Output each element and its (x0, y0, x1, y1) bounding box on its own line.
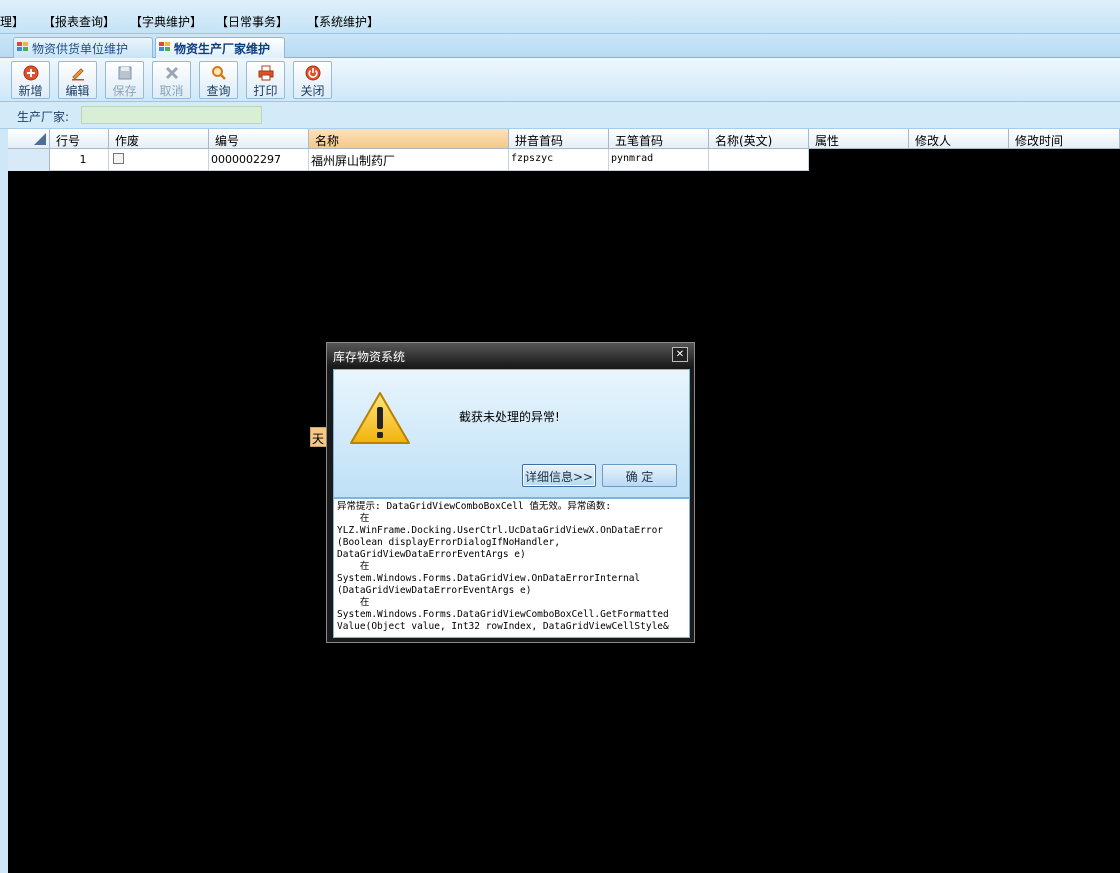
dialog-close-button[interactable]: ✕ (672, 347, 688, 362)
left-gutter (0, 129, 8, 873)
cell-void[interactable] (109, 149, 209, 171)
select-all-icon (34, 133, 46, 145)
menu-bar: 理】 【报表查询】 【字典维护】 【日常事务】 【系统维护】 (0, 0, 1120, 34)
cell-wubi[interactable]: pynmrad (609, 149, 709, 171)
dialog-title: 库存物资系统 (333, 350, 406, 364)
module-icon (159, 42, 171, 52)
manufacturer-filter-label: 生产厂家: (17, 110, 70, 124)
tab-strip: 物资供货单位维护 物资生产厂家维护 (0, 34, 1120, 59)
close-icon: ✕ (675, 349, 685, 360)
warning-icon (350, 392, 410, 444)
search-label: 查询 (206, 84, 231, 98)
grid-corner-header[interactable] (8, 129, 50, 149)
menu-item-partial[interactable]: 理】 (0, 13, 24, 30)
column-header-wubi[interactable]: 五笔首码 (609, 129, 709, 149)
cell-code[interactable]: 0000002297 (209, 149, 309, 171)
close-button[interactable]: 关闭 (293, 61, 332, 99)
column-header-pinyin[interactable]: 拼音首码 (509, 129, 609, 149)
menu-item-daily[interactable]: 【日常事务】 (216, 13, 288, 30)
column-header-attribute[interactable]: 属性 (809, 129, 909, 149)
add-icon (23, 65, 38, 81)
close-label: 关闭 (300, 84, 325, 98)
void-checkbox[interactable] (113, 153, 124, 164)
column-header-modified-by[interactable]: 修改人 (909, 129, 1009, 149)
edit-button[interactable]: 编辑 (58, 61, 97, 99)
column-header-modified-time[interactable]: 修改时间 (1009, 129, 1120, 149)
menu-item-system[interactable]: 【系统维护】 (307, 13, 379, 30)
save-icon (118, 66, 131, 80)
power-icon (305, 65, 320, 81)
menu-item-dictionary[interactable]: 【字典维护】 (130, 13, 202, 30)
column-header-void[interactable]: 作废 (109, 129, 209, 149)
save-button[interactable]: 保存 (105, 61, 144, 99)
edit-icon (71, 68, 84, 81)
edit-label: 编辑 (65, 84, 90, 98)
cell-name-en[interactable] (709, 149, 809, 171)
column-header-name-en[interactable]: 名称(英文) (709, 129, 809, 149)
exception-dialog: 库存物资系统 ✕ 截获未处理的异常! 详细信息>> 确 定 异常提示: Data… (326, 342, 695, 643)
column-header-row-no[interactable]: 行号 (50, 129, 109, 149)
dialog-body: 截获未处理的异常! 详细信息>> 确 定 (333, 369, 690, 498)
filter-bar: 生产厂家: (0, 102, 1120, 129)
dialog-title-bar: 库存物资系统 (327, 343, 694, 366)
cancel-button[interactable]: 取消 (152, 61, 191, 99)
cell-name[interactable]: 福州屏山制药厂 (309, 149, 509, 171)
add-button[interactable]: 新增 (11, 61, 50, 99)
column-header-code[interactable]: 编号 (209, 129, 309, 149)
cell-row-no[interactable]: 1 (50, 149, 109, 171)
tab-supplier-maintenance[interactable]: 物资供货单位维护 (13, 37, 153, 58)
column-header-name[interactable]: 名称 (309, 129, 509, 149)
menu-item-reports[interactable]: 【报表查询】 (43, 13, 115, 30)
ok-button[interactable]: 确 定 (602, 464, 677, 487)
print-icon (258, 65, 273, 81)
tab-manufacturer-maintenance[interactable]: 物资生产厂家维护 (155, 37, 285, 59)
details-button[interactable]: 详细信息>> (522, 464, 596, 487)
save-label: 保存 (112, 84, 137, 98)
print-label: 打印 (253, 84, 278, 98)
module-icon (17, 42, 29, 52)
print-button[interactable]: 打印 (246, 61, 285, 99)
cancel-label: 取消 (159, 84, 184, 98)
search-icon (211, 66, 226, 80)
manufacturer-filter-input[interactable] (81, 106, 262, 124)
tab-label: 物资生产厂家维护 (174, 42, 271, 56)
add-label: 新增 (18, 84, 43, 98)
row-header[interactable] (8, 149, 50, 171)
dialog-message: 截获未处理的异常! (459, 410, 560, 424)
search-button[interactable]: 查询 (199, 61, 238, 99)
cell-pinyin[interactable]: fzpszyc (509, 149, 609, 171)
exception-detail-text[interactable]: 异常提示: DataGridViewComboBoxCell 值无效。异常函数:… (333, 498, 690, 638)
toolbar: 新增 编辑 保存 取消 查询 打印 关闭 (0, 58, 1120, 102)
tab-label: 物资供货单位维护 (32, 42, 129, 56)
cancel-icon (165, 66, 178, 80)
